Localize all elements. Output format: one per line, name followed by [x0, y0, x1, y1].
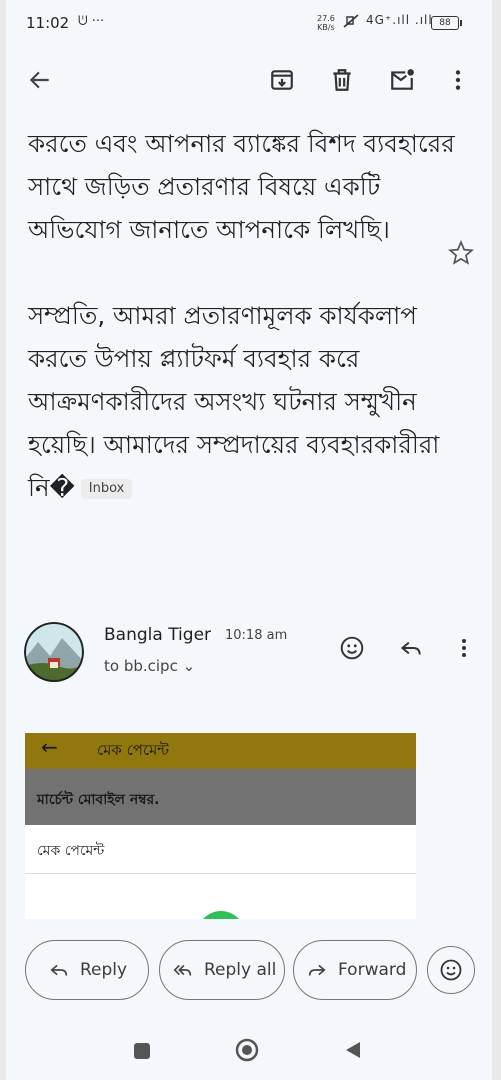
emoji-icon — [440, 959, 462, 981]
recipient-details[interactable]: to bb.cipc ⌄ — [104, 657, 195, 675]
nav-back-button[interactable] — [343, 1040, 363, 1060]
chevron-down-icon: ⌄ — [182, 657, 196, 675]
signal-icons: 4G⁺.ıll .ıll — [366, 13, 433, 27]
email-body: করতে এবং আপনার ব্যাঙ্কের বিশদ ব্যবহারের … — [28, 122, 458, 509]
reply-all-button[interactable]: Reply all — [159, 940, 285, 1000]
inbox-label-badge[interactable]: Inbox — [80, 479, 133, 499]
embedded-green-circle — [197, 911, 245, 919]
back-arrow-icon — [29, 71, 49, 89]
network-speed: 27.6 KB/s — [317, 14, 335, 32]
body-paragraph: করতে এবং আপনার ব্যাঙ্কের বিশদ ব্যবহারের … — [28, 129, 455, 244]
more-vert-icon — [455, 70, 461, 90]
sender-name[interactable]: Bangla Tiger — [104, 625, 211, 645]
reply-icon — [50, 964, 68, 976]
recents-button[interactable] — [134, 1043, 150, 1059]
mark-unread-icon — [391, 69, 414, 90]
embedded-card-text: মেক পেমেন্ট — [37, 843, 105, 859]
home-icon — [235, 1038, 259, 1062]
star-button[interactable] — [448, 239, 474, 266]
battery-icon: 88 — [431, 16, 462, 30]
forward-button[interactable]: Forward — [293, 940, 417, 1000]
body-paragraph: সম্প্রতি, আমরা প্রতারণামূলক কার্যকলাপ কর… — [28, 294, 458, 509]
recipient-text: to bb.cipc — [104, 657, 178, 675]
reply-button[interactable]: Reply — [25, 940, 149, 1000]
status-bar: 11:02 ᕫ ··· 27.6 KB/s 4G⁺.ıll .ıll 88 — [6, 0, 492, 48]
reply-all-label: Reply all — [204, 960, 277, 980]
more-options-button[interactable] — [436, 58, 480, 102]
network-speed-value: 27.6 — [317, 14, 335, 23]
sent-time: 10:18 am — [225, 628, 288, 643]
network-speed-unit: KB/s — [317, 23, 335, 32]
reply-icon — [400, 641, 421, 655]
back-button[interactable] — [18, 58, 62, 102]
clock: 11:02 — [26, 14, 70, 32]
reply-label: Reply — [80, 960, 128, 980]
phone-screen: 11:02 ᕫ ··· 27.6 KB/s 4G⁺.ıll .ıll 88 কর — [6, 0, 492, 1080]
forward-label: Forward — [338, 960, 407, 980]
archive-icon — [271, 70, 293, 90]
reply-all-icon — [173, 964, 192, 976]
sender-avatar[interactable] — [24, 622, 84, 682]
battery-level: 88 — [439, 18, 451, 28]
notification-icons: ᕫ ··· — [78, 14, 105, 29]
react-emoji-button[interactable] — [334, 630, 370, 666]
more-vert-icon — [462, 639, 466, 657]
delete-button[interactable] — [320, 58, 364, 102]
home-button[interactable] — [235, 1038, 259, 1062]
star-icon — [448, 239, 474, 265]
delete-icon — [333, 69, 351, 91]
emoji-icon — [340, 636, 364, 660]
embedded-screenshot[interactable]: ← মেক পেমেন্ট মার্চেন্ট মোবাইল নম্বর. মে… — [25, 733, 416, 919]
nav-back-icon — [346, 1042, 360, 1058]
reply-icon-button[interactable] — [393, 630, 429, 666]
embedded-field-label: মার্চেন্ট মোবাইল নম্বর. — [37, 792, 160, 808]
forward-icon — [308, 964, 326, 976]
mark-unread-button[interactable] — [380, 58, 424, 102]
mute-icon — [342, 13, 360, 33]
message-more-button[interactable] — [446, 630, 482, 666]
emoji-reaction-button[interactable] — [427, 946, 475, 994]
email-toolbar — [6, 48, 492, 116]
archive-button[interactable] — [260, 58, 304, 102]
body-paragraph-text: সম্প্রতি, আমরা প্রতারণামূলক কার্যকলাপ কর… — [28, 301, 440, 502]
